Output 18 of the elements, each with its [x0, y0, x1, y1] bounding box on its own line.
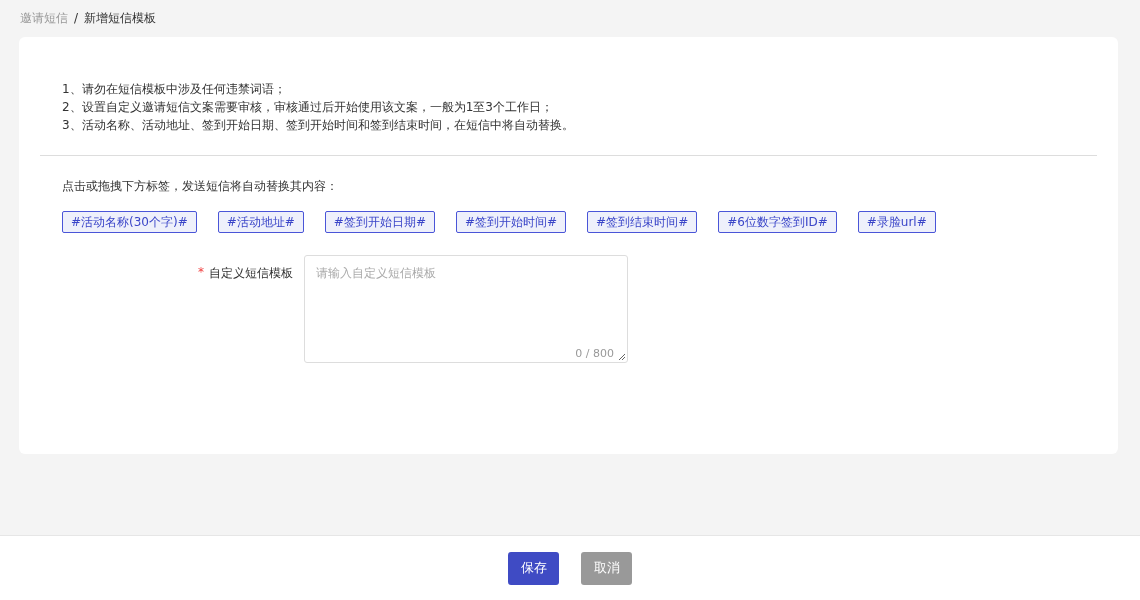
- required-mark: *: [198, 265, 204, 281]
- field-label: 自定义短信模板: [209, 265, 293, 282]
- placeholder-tag[interactable]: #活动名称(30个字)#: [62, 211, 197, 233]
- placeholder-tag[interactable]: #签到开始日期#: [324, 211, 435, 233]
- character-counter: 0 / 800: [575, 347, 614, 360]
- resize-handle-icon[interactable]: [618, 353, 626, 361]
- note-text: 3、活动名称、活动地址、签到开始日期、签到开始时间和签到结束时间，在短信中将自动替换。: [62, 117, 575, 134]
- tags-hint: 点击或拖拽下方标签，发送短信将自动替换其内容：: [62, 178, 339, 195]
- placeholder-tag[interactable]: #签到结束时间#: [587, 211, 698, 233]
- breadcrumb-separator: /: [74, 11, 79, 25]
- note-text: 1、请勿在短信模板中涉及任何违禁词语；: [62, 81, 287, 98]
- placeholder-tag[interactable]: #录脸url#: [857, 211, 936, 233]
- save-button[interactable]: 保存: [508, 551, 559, 585]
- placeholder-tag[interactable]: #活动地址#: [217, 211, 304, 233]
- placeholder-tag[interactable]: #签到开始时间#: [455, 211, 567, 233]
- breadcrumb-item: 新增短信模板: [84, 9, 157, 27]
- note-text: 2、设置自定义邀请短信文案需要审核，审核通过后开始使用该文案，一般为1至3个工作日；: [62, 99, 554, 116]
- placeholder-tag[interactable]: #6位数字签到ID#: [718, 211, 837, 233]
